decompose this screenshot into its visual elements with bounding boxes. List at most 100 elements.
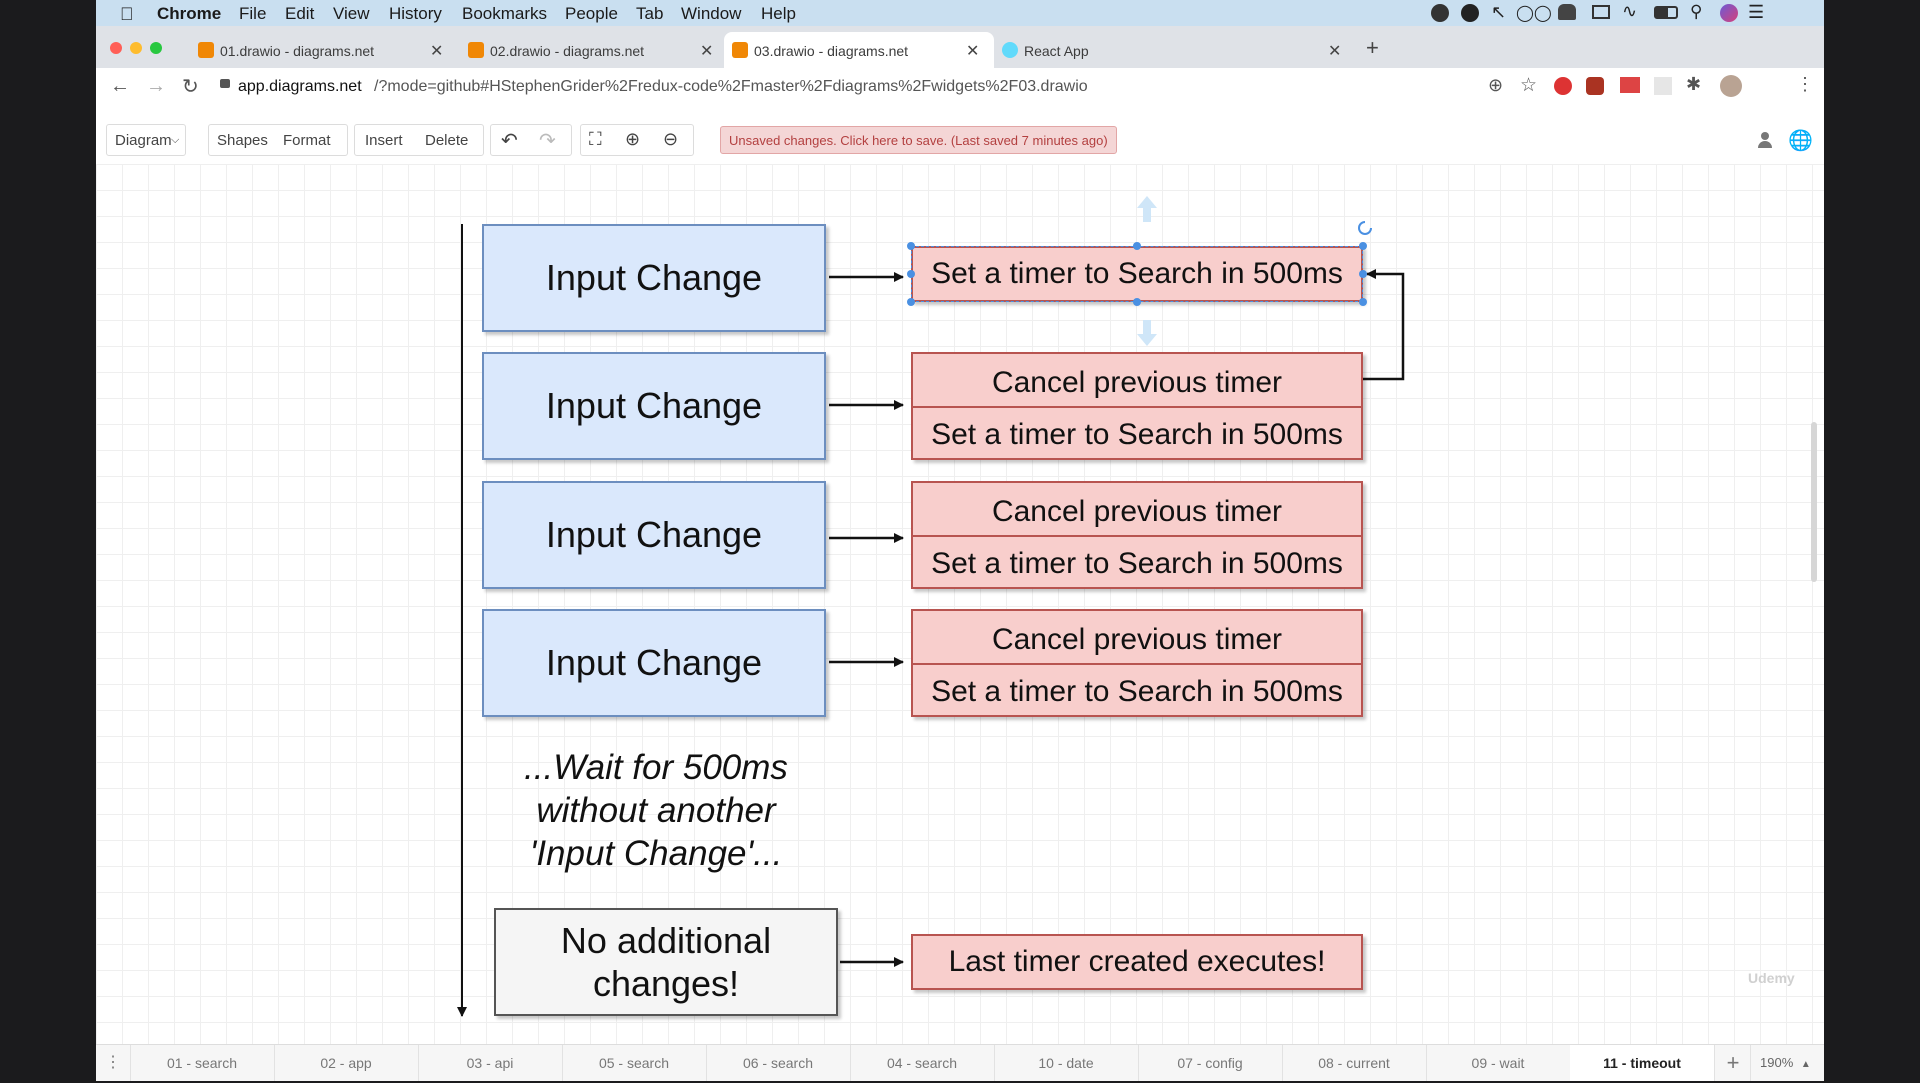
page-tab-01-search[interactable]: 01 - search (130, 1045, 275, 1081)
shapes-button[interactable]: Shapes (217, 132, 268, 149)
url-field[interactable]: app.diagrams.net /?mode=github#HStephenG… (212, 71, 1672, 103)
resize-handle[interactable] (907, 270, 915, 278)
page-tab-05-search[interactable]: 05 - search (562, 1045, 707, 1081)
wifi-icon[interactable]: ∿ (1622, 1, 1637, 22)
timer-group-box-3[interactable]: Cancel previous timer Set a timer to Sea… (911, 609, 1363, 717)
close-icon[interactable]: ✕ (966, 41, 979, 61)
close-icon[interactable]: ✕ (1328, 41, 1341, 61)
minimize-window-button[interactable] (130, 42, 142, 54)
page-tab-04-search[interactable]: 04 - search (850, 1045, 995, 1081)
browser-tab-03-active[interactable]: 03.drawio - diagrams.net ✕ (724, 32, 994, 68)
resize-handle[interactable] (907, 298, 915, 306)
docker-icon[interactable] (1431, 4, 1449, 22)
resize-handle[interactable] (907, 242, 915, 250)
menu-edit[interactable]: Edit (285, 4, 314, 24)
delete-button[interactable]: Delete (425, 132, 468, 149)
cloud-icon[interactable] (1558, 4, 1576, 20)
cursor-icon[interactable]: ↖ (1491, 2, 1506, 23)
apple-icon[interactable]:  (120, 4, 134, 25)
resize-handle[interactable] (1133, 298, 1141, 306)
redo-icon[interactable]: ↷ (539, 128, 556, 153)
resize-handle[interactable] (1359, 270, 1367, 278)
undo-icon[interactable]: ↶ (501, 128, 518, 153)
resize-handle[interactable] (1359, 242, 1367, 250)
install-app-icon[interactable]: ⊕ (1488, 75, 1503, 96)
close-icon[interactable]: ✕ (430, 41, 443, 61)
menu-tab[interactable]: Tab (636, 4, 663, 24)
page-tab-09-wait[interactable]: 09 - wait (1426, 1045, 1571, 1081)
menu-window[interactable]: Window (681, 4, 741, 24)
insert-delete-group: Insert Delete (354, 124, 484, 156)
chrome-menu-icon[interactable]: ⋮ (1796, 74, 1814, 95)
zoom-out-icon[interactable]: ⊖ (663, 129, 678, 150)
menu-file[interactable]: File (239, 4, 266, 24)
pages-menu-icon[interactable]: ⋮ (96, 1045, 131, 1081)
input-change-box-1[interactable]: Input Change (482, 224, 826, 332)
forward-icon[interactable]: → (146, 75, 166, 98)
vertical-scrollbar[interactable] (1811, 422, 1817, 582)
input-change-box-2[interactable]: Input Change (482, 352, 826, 460)
glasses-icon[interactable]: ◯◯ (1516, 3, 1552, 23)
menu-history[interactable]: History (389, 4, 442, 24)
extension-icon[interactable] (1586, 77, 1604, 95)
language-globe-icon[interactable]: 🌐 (1788, 128, 1813, 153)
close-icon[interactable]: ✕ (700, 41, 713, 61)
page-tab-08-current[interactable]: 08 - current (1282, 1045, 1427, 1081)
extension-icon[interactable] (1654, 77, 1672, 95)
add-page-icon[interactable]: + (1716, 1045, 1751, 1081)
diagram-menu-button[interactable]: Diagram ⌵ (106, 124, 186, 156)
no-additional-changes-box[interactable]: No additional changes! (494, 908, 838, 1016)
divider (913, 663, 1361, 665)
page-tab-03-api[interactable]: 03 - api (418, 1045, 563, 1081)
menu-view[interactable]: View (333, 4, 370, 24)
input-change-box-4[interactable]: Input Change (482, 609, 826, 717)
new-tab-icon[interactable]: + (1366, 35, 1379, 61)
bookmark-star-icon[interactable]: ☆ (1520, 74, 1537, 97)
divider (913, 406, 1361, 408)
menu-app-name[interactable]: Chrome (157, 4, 221, 24)
unsaved-changes-status[interactable]: Unsaved changes. Click here to save. (La… (720, 126, 1117, 154)
notification-center-icon[interactable]: ☰ (1748, 2, 1764, 23)
browser-tab-01[interactable]: 01.drawio - diagrams.net ✕ (190, 32, 460, 68)
resize-handle[interactable] (1133, 242, 1141, 250)
extension-status-icon[interactable] (1461, 4, 1479, 22)
zoom-level[interactable]: 190% ▲ (1760, 1045, 1811, 1081)
input-change-box-3[interactable]: Input Change (482, 481, 826, 589)
browser-tab-react-app[interactable]: React App ✕ (994, 32, 1354, 68)
spotlight-search-icon[interactable]: ⚲ (1690, 2, 1702, 22)
wait-note-line: without another (536, 791, 776, 830)
adblock-extension-icon[interactable] (1554, 77, 1572, 95)
siri-icon[interactable] (1720, 4, 1738, 22)
cancel-timer-label: Cancel previous timer (991, 366, 1283, 399)
menu-bookmarks[interactable]: Bookmarks (462, 4, 547, 24)
insert-button[interactable]: Insert (365, 132, 403, 149)
page-tab-06-search[interactable]: 06 - search (706, 1045, 851, 1081)
user-icon[interactable] (1758, 132, 1772, 148)
page-tab-02-app[interactable]: 02 - app (274, 1045, 419, 1081)
format-button[interactable]: Format (283, 132, 331, 149)
page-tab-10-date[interactable]: 10 - date (994, 1045, 1139, 1081)
puzzle-extensions-icon[interactable]: ✱ (1686, 74, 1701, 95)
browser-tab-02[interactable]: 02.drawio - diagrams.net ✕ (460, 32, 730, 68)
profile-avatar[interactable] (1720, 75, 1742, 97)
drawio-toolbar: Diagram ⌵ Shapes Format Insert Delete ↶ … (96, 108, 1824, 165)
diagram-canvas[interactable]: Input Change Input Change Input Change I… (96, 164, 1824, 1044)
maximize-window-button[interactable] (150, 42, 162, 54)
last-timer-box[interactable]: Last timer created executes! (911, 934, 1363, 990)
page-tab-07-config[interactable]: 07 - config (1138, 1045, 1283, 1081)
menu-help[interactable]: Help (761, 4, 796, 24)
extension-icon[interactable] (1620, 77, 1640, 93)
page-tab-11-timeout[interactable]: 11 - timeout (1570, 1045, 1715, 1081)
back-icon[interactable]: ← (110, 75, 130, 98)
battery-icon[interactable] (1654, 6, 1678, 19)
menu-people[interactable]: People (565, 4, 618, 24)
resize-handle[interactable] (1359, 298, 1367, 306)
close-window-button[interactable] (110, 42, 122, 54)
timer-group-box-2[interactable]: Cancel previous timer Set a timer to Sea… (911, 481, 1363, 589)
zoom-in-icon[interactable]: ⊕ (625, 129, 640, 150)
reload-icon[interactable]: ↻ (182, 74, 199, 99)
display-icon[interactable] (1592, 5, 1610, 19)
timer-group-box-1[interactable]: Cancel previous timer Set a timer to Sea… (911, 352, 1363, 460)
fullscreen-icon[interactable]: ⛶ (589, 129, 602, 150)
wait-note[interactable]: ...Wait for 500ms without another 'Input… (516, 746, 796, 875)
